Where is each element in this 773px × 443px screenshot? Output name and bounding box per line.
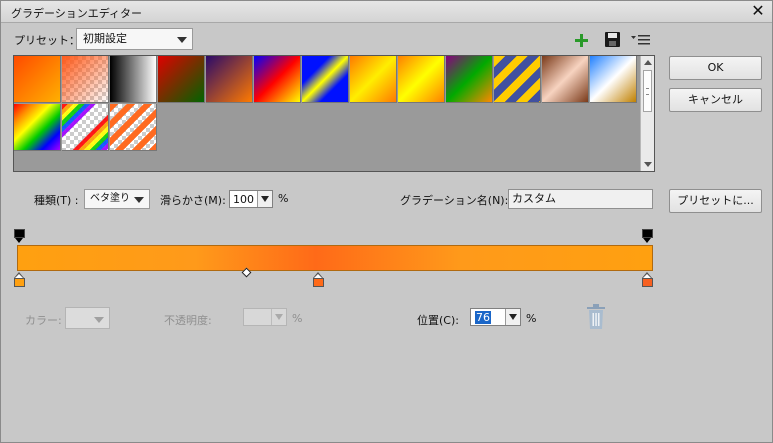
preset-swatch[interactable]: [542, 56, 589, 103]
preset-swatch[interactable]: [62, 56, 109, 103]
preset-swatch[interactable]: [446, 56, 493, 103]
scroll-up-icon[interactable]: [644, 60, 652, 65]
scroll-thumb[interactable]: [643, 70, 652, 112]
color-stop-right[interactable]: [642, 272, 653, 288]
opacity-label: 不透明度:: [164, 314, 212, 327]
preset-value: 初期設定: [83, 32, 127, 45]
gradient-name-field[interactable]: カスタム: [508, 189, 653, 209]
location-field[interactable]: 76: [470, 308, 521, 326]
color-label: カラー:: [25, 314, 62, 327]
preset-swatch[interactable]: [158, 56, 205, 103]
opacity-dropdown-icon[interactable]: [271, 309, 286, 325]
color-swatch-dropdown[interactable]: [65, 307, 110, 329]
gradient-editor-window: グラデーションエディター ✕ プリセット： 初期設定 OK キャンセル 種類(T…: [0, 0, 773, 443]
title-bar[interactable]: グラデーションエディター ✕: [1, 1, 772, 23]
opacity-field[interactable]: [243, 308, 287, 326]
ok-button[interactable]: OK: [669, 56, 762, 80]
smoothness-field[interactable]: 100: [229, 190, 273, 208]
preset-swatch[interactable]: [398, 56, 445, 103]
color-stop-middle[interactable]: [313, 272, 324, 288]
menu-icon[interactable]: [631, 33, 651, 47]
preset-swatch[interactable]: [62, 104, 109, 151]
chevron-down-icon: [134, 197, 144, 203]
preset-dropdown[interactable]: 初期設定: [76, 28, 193, 50]
scroll-down-icon[interactable]: [644, 162, 652, 167]
add-icon[interactable]: [575, 34, 588, 47]
preset-swatch[interactable]: [110, 104, 157, 151]
opacity-stop-right[interactable]: [642, 229, 653, 243]
type-dropdown[interactable]: ベタ塗り: [84, 189, 150, 209]
smoothness-dropdown-icon[interactable]: [257, 191, 272, 207]
smoothness-value: 100: [233, 193, 254, 206]
color-stop-left[interactable]: [14, 272, 25, 288]
location-unit: %: [526, 312, 537, 325]
preset-swatch[interactable]: [350, 56, 397, 103]
save-icon[interactable]: [605, 32, 620, 47]
preset-swatch[interactable]: [14, 104, 61, 151]
preset-label: プリセット：: [14, 34, 80, 47]
trash-icon[interactable]: [586, 304, 606, 330]
preset-swatch[interactable]: [302, 56, 349, 103]
chevron-down-icon: [94, 317, 104, 323]
gradient-name-label: グラデーション名(N):: [400, 194, 509, 207]
location-value: 76: [475, 311, 491, 324]
preset-grid[interactable]: [13, 55, 655, 172]
smoothness-unit: %: [278, 192, 289, 205]
preset-swatch[interactable]: [14, 56, 61, 103]
type-label: 種類(T) :: [34, 194, 79, 207]
preset-swatch[interactable]: [206, 56, 253, 103]
add-to-preset-button[interactable]: プリセットに...: [669, 189, 762, 213]
smoothness-label: 滑らかさ(M):: [160, 194, 226, 207]
location-label: 位置(C):: [417, 314, 459, 327]
opacity-stop-left[interactable]: [14, 229, 25, 243]
location-dropdown-icon[interactable]: [505, 309, 520, 325]
preset-swatch[interactable]: [494, 56, 541, 103]
chevron-down-icon: [177, 37, 187, 43]
preset-swatch[interactable]: [590, 56, 637, 103]
window-title: グラデーションエディター: [11, 7, 143, 20]
preset-scrollbar[interactable]: [640, 56, 654, 171]
preset-swatch[interactable]: [110, 56, 157, 103]
type-value: ベタ塗り: [90, 193, 130, 204]
close-icon[interactable]: ✕: [750, 2, 766, 20]
opacity-unit: %: [292, 312, 303, 325]
cancel-button[interactable]: キャンセル: [669, 88, 762, 112]
gradient-preview-bar[interactable]: [17, 245, 653, 271]
preset-swatch[interactable]: [254, 56, 301, 103]
